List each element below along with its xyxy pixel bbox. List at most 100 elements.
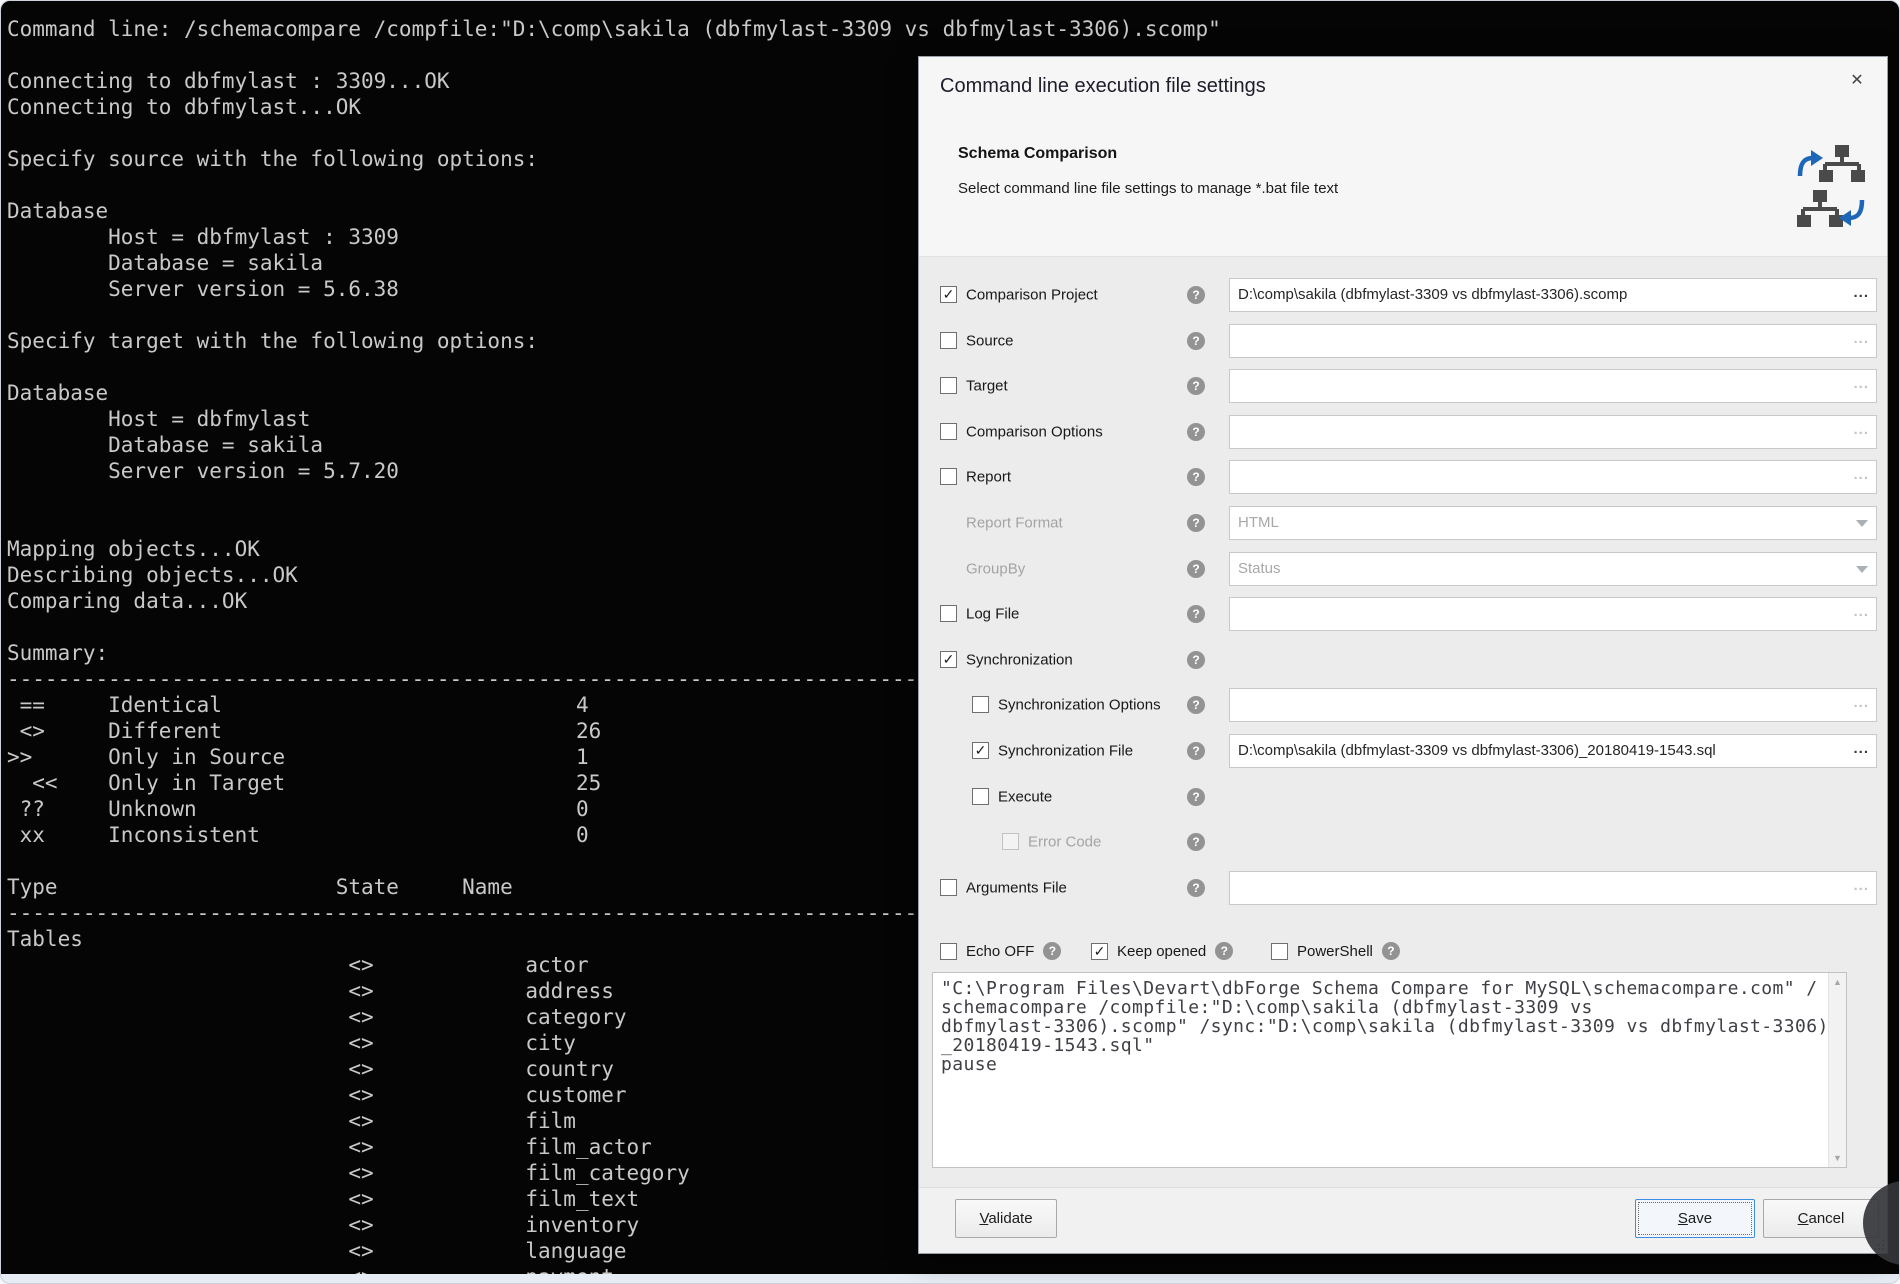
echo-option-powershell: PowerShell? [1271,933,1400,969]
form-row-log-file: Log File?... [919,591,1887,637]
dialog-title: Command line execution file settings [940,75,1266,98]
scroll-up-icon[interactable]: ▲ [1829,977,1846,987]
checkbox-synchronization[interactable]: ✓ [940,651,957,668]
checkbox-comparison-options[interactable] [940,423,957,440]
field-synchronization-options[interactable]: ... [1229,688,1877,722]
label-synchronization-file: Synchronization File [998,743,1133,760]
field-synchronization-file[interactable]: D:\comp\sakila (dbfmylast-3309 vs dbfmyl… [1229,734,1877,768]
field-arguments-file[interactable]: ... [1229,871,1877,905]
browse-button-comparison-project[interactable]: ... [1853,279,1869,307]
checkbox-target[interactable] [940,377,957,394]
browse-button-synchronization-file[interactable]: ... [1853,735,1869,763]
help-icon-report[interactable]: ? [1187,468,1205,486]
label-comparison-options: Comparison Options [966,423,1103,440]
field-log-file[interactable]: ... [1229,597,1877,631]
label-arguments-file: Arguments File [966,879,1067,896]
help-icon-error-code[interactable]: ? [1187,833,1205,851]
field-source[interactable]: ... [1229,324,1877,358]
help-icon-synchronization-file[interactable]: ? [1187,742,1205,760]
browse-button-log-file[interactable]: ... [1853,598,1869,626]
label-powershell: PowerShell [1297,943,1373,960]
checkbox-synchronization-file[interactable]: ✓ [972,742,989,759]
label-report-format: Report Format [966,515,1063,532]
help-icon-report-format[interactable]: ? [1187,514,1205,532]
form-row-comparison-project: ✓Comparison Project?D:\comp\sakila (dbfm… [919,272,1887,318]
help-icon-source[interactable]: ? [1187,332,1205,350]
checkbox-powershell[interactable] [1271,943,1288,960]
label-target: Target [966,378,1008,395]
help-icon-synchronization[interactable]: ? [1187,651,1205,669]
form-row-synchronization-file: ✓ Synchronization File? D:\comp\sakila (db… [919,728,1887,774]
form-row-report-format: Report Format?HTML [919,500,1887,546]
close-icon[interactable]: ✕ [1845,69,1869,93]
checkbox-echo-off[interactable] [940,943,957,960]
dialog-header: Command line execution file settings ✕ S… [919,57,1887,257]
help-icon-target[interactable]: ? [1187,377,1205,395]
bat-text-area[interactable]: "C:\Program Files\Devart\dbForge Schema … [932,972,1847,1168]
label-keep-opened: Keep opened [1117,943,1206,960]
label-synchronization-options: Synchronization Options [998,697,1161,714]
form-row-arguments-file: Arguments File?... [919,865,1887,911]
field-comparison-options[interactable]: ... [1229,415,1877,449]
dialog-command-line-settings: Command line execution file settings ✕ S… [918,56,1888,1254]
label-log-file: Log File [966,606,1019,623]
label-groupby: GroupBy [966,560,1025,577]
checkbox-log-file[interactable] [940,605,957,622]
checkbox-report[interactable] [940,468,957,485]
help-icon-synchronization-options[interactable]: ? [1187,696,1205,714]
browse-button-arguments-file[interactable]: ... [1853,872,1869,900]
form-row-synchronization-options: Synchronization Options?... [919,682,1887,728]
field-comparison-project[interactable]: D:\comp\sakila (dbfmylast-3309 vs dbfmyl… [1229,278,1877,312]
frame-bottom-strip [1,1274,1900,1284]
validate-button[interactable]: Validate [955,1199,1057,1238]
checkbox-keep-opened[interactable]: ✓ [1091,943,1108,960]
label-execute: Execute [998,788,1052,805]
checkbox-arguments-file[interactable] [940,879,957,896]
section-heading: Schema Comparison [958,145,1117,163]
help-icon-execute[interactable]: ? [1187,788,1205,806]
browse-button-source[interactable]: ... [1853,325,1869,353]
checkbox-comparison-project[interactable]: ✓ [940,286,957,303]
form-row-target: Target?... [919,363,1887,409]
form-row-groupby: GroupBy? Status [919,546,1887,592]
cancel-button[interactable]: Cancel [1763,1199,1879,1238]
form-row-execute: Execute? [919,774,1887,820]
dropdown-arrow-icon-report-format [1856,520,1868,527]
scrollbar[interactable]: ▲ ▼ [1828,973,1846,1167]
checkbox-source[interactable] [940,332,957,349]
dropdown-arrow-icon-groupby [1856,566,1868,573]
field-report[interactable]: ... [1229,460,1877,494]
bat-text-content[interactable]: "C:\Program Files\Devart\dbForge Schema … [933,973,1828,1167]
section-subtitle: Select command line file settings to man… [958,180,1338,197]
help-icon-groupby[interactable]: ? [1187,560,1205,578]
form-row-report: Report?... [919,454,1887,500]
help-icon-echo-off[interactable]: ? [1043,942,1061,960]
help-icon-powershell[interactable]: ? [1382,942,1400,960]
form-row-error-code: Error Code? [919,819,1887,865]
label-echo-off: Echo OFF [966,943,1034,960]
browse-button-target[interactable]: ... [1853,370,1869,398]
browse-button-synchronization-options[interactable]: ... [1853,689,1869,717]
screenshot-frame: Command line: /schemacompare /compfile:"… [0,0,1900,1284]
browse-button-comparison-options[interactable]: ... [1853,416,1869,444]
help-icon-arguments-file[interactable]: ? [1187,879,1205,897]
field-target[interactable]: ... [1229,369,1877,403]
save-button[interactable]: Save [1635,1199,1755,1238]
form-row-comparison-options: Comparison Options?... [919,409,1887,455]
browse-button-report[interactable]: ... [1853,461,1869,489]
echo-option-echo-off: Echo OFF? [940,933,1061,969]
help-icon-comparison-project[interactable]: ? [1187,286,1205,304]
label-source: Source [966,332,1014,349]
label-synchronization: Synchronization [966,651,1073,668]
form-row-source: Source?... [919,318,1887,364]
checkbox-execute[interactable] [972,788,989,805]
scroll-down-icon[interactable]: ▼ [1829,1153,1846,1163]
field-groupby: Status [1229,552,1877,586]
checkbox-synchronization-options[interactable] [972,696,989,713]
help-icon-keep-opened[interactable]: ? [1215,942,1233,960]
checkbox-error-code [1002,833,1019,850]
label-report: Report [966,469,1011,486]
schema-compare-icon [1797,145,1865,236]
help-icon-comparison-options[interactable]: ? [1187,423,1205,441]
help-icon-log-file[interactable]: ? [1187,605,1205,623]
